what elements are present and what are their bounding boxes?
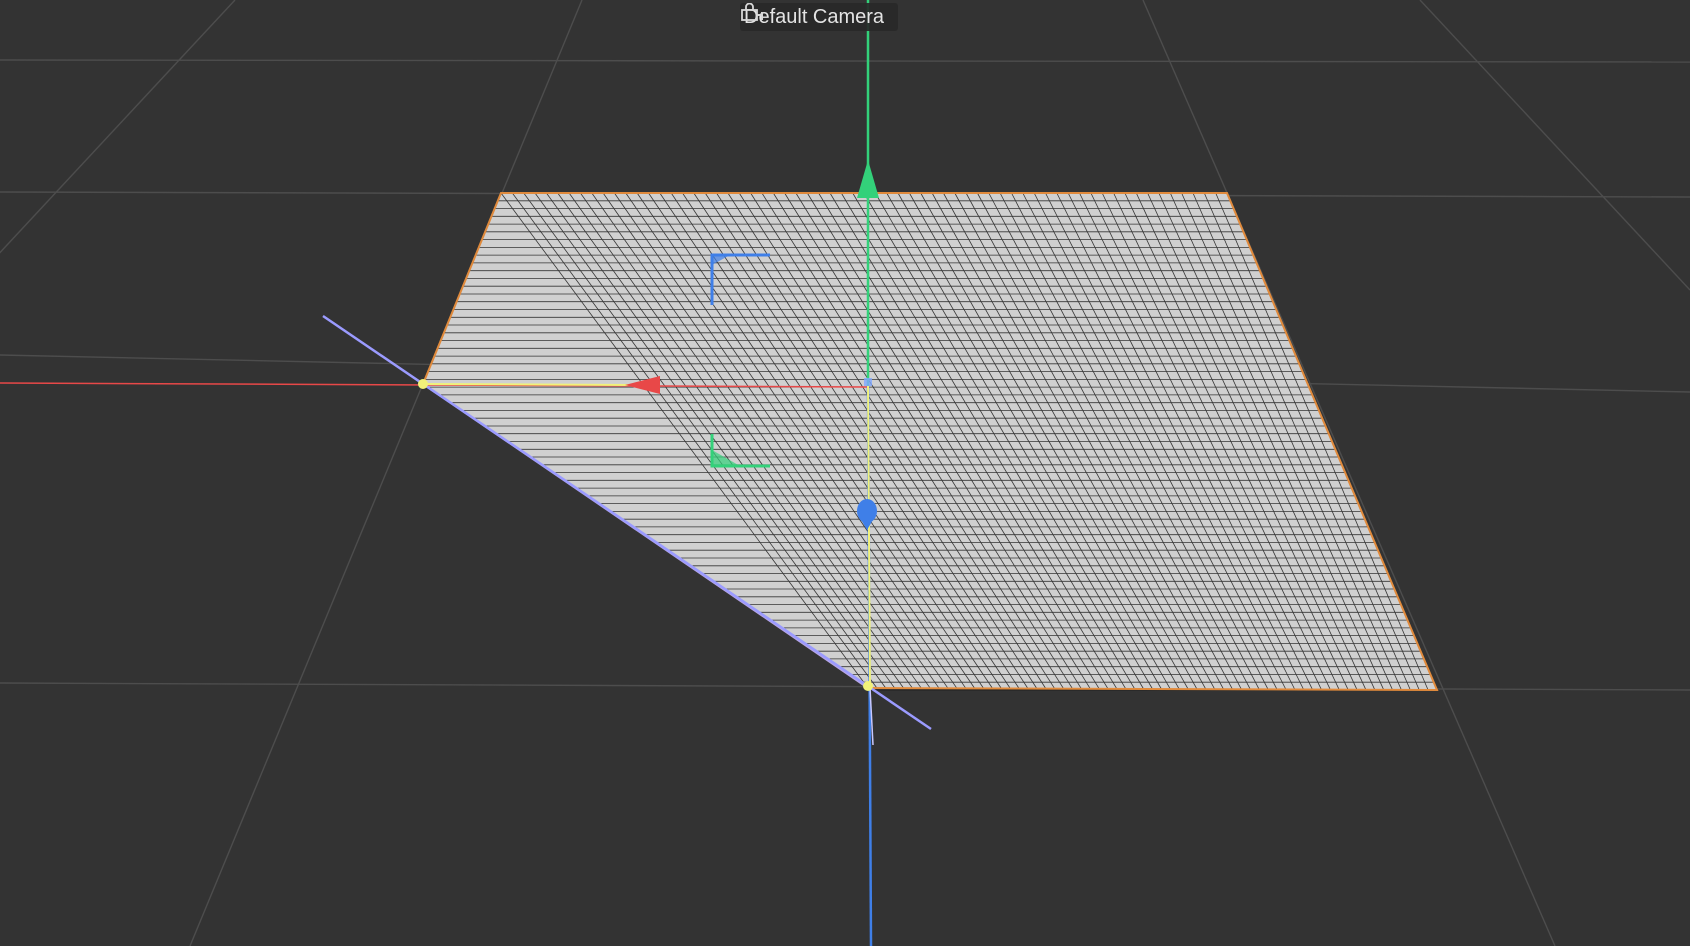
selection-edge [422,383,631,386]
vertex-handle [863,681,873,691]
plane-object[interactable] [422,192,1439,692]
camera-label[interactable]: Default Camera [740,3,899,31]
vertex-handle [418,379,428,389]
floor-grid-line [0,0,236,254]
gizmo-center [864,378,872,386]
y-axis-arrow [857,160,879,198]
floor-grid-line [189,0,583,946]
scene-canvas[interactable] [0,0,1690,946]
3d-viewport[interactable]: Default Camera [0,0,1690,946]
floor-grid-line [0,59,1690,63]
floor-grid-line [1419,0,1690,291]
